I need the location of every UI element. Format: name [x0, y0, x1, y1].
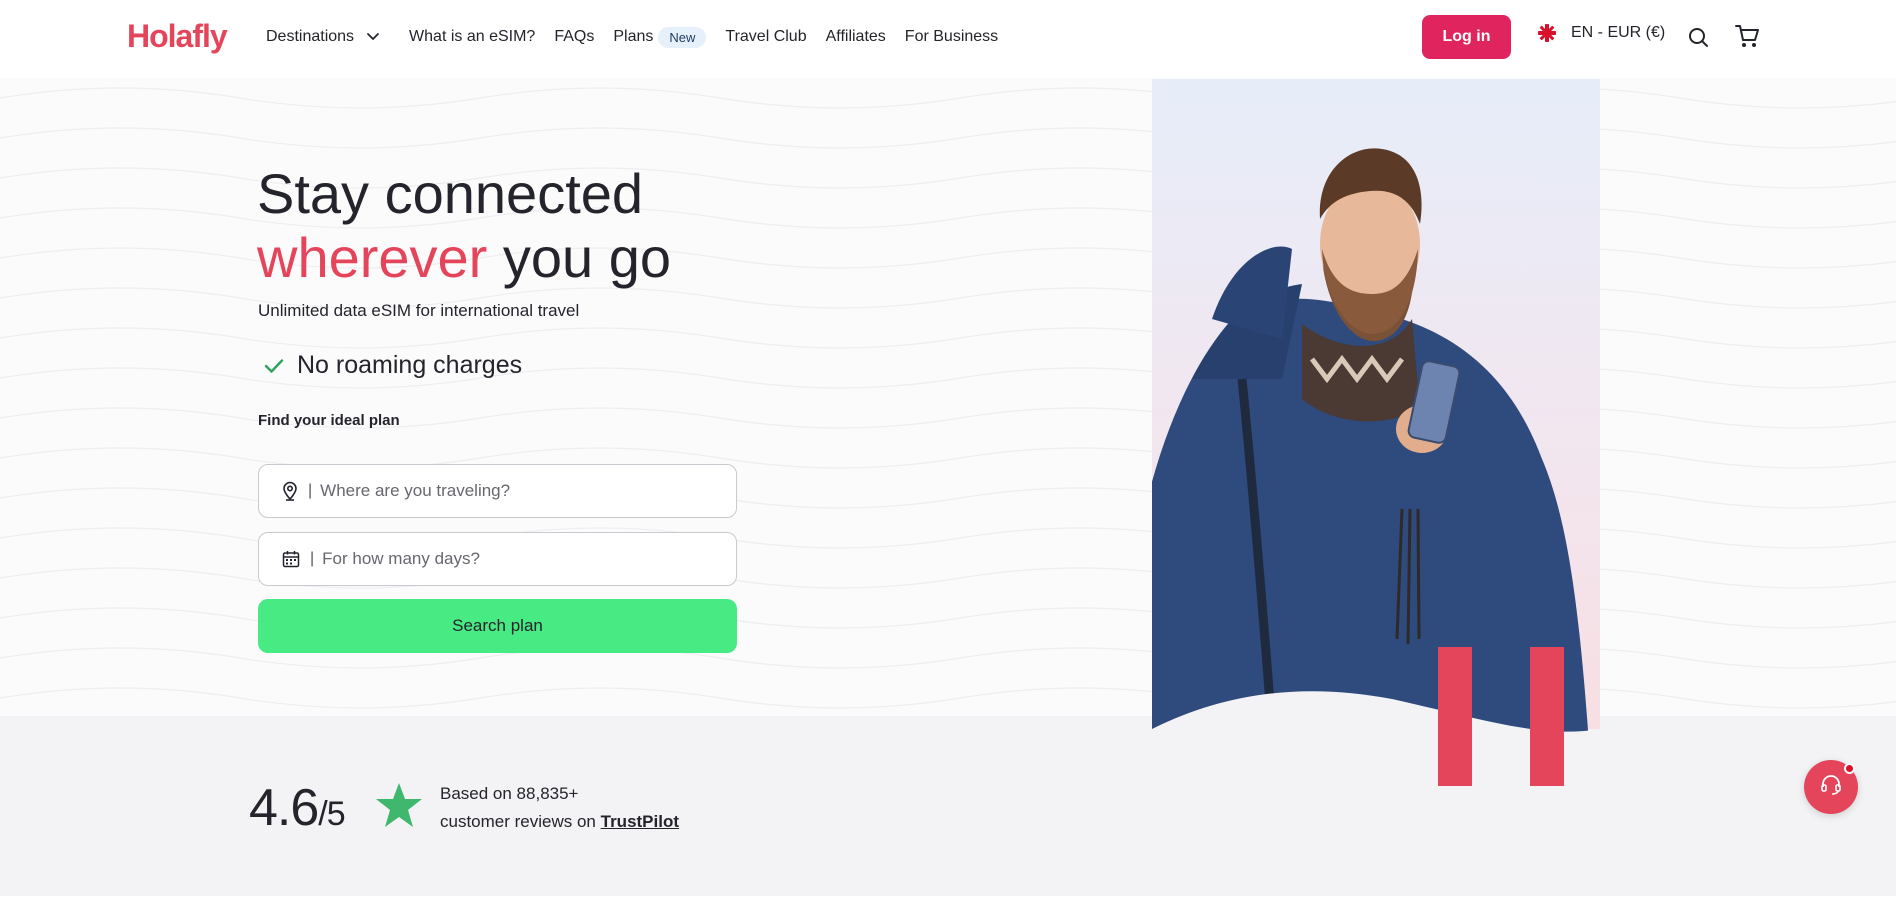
login-button[interactable]: Log in — [1422, 15, 1511, 59]
site-header: Holafly Destinations What is an eSIM? FA… — [0, 0, 1896, 78]
search-plan-button[interactable]: Search plan — [258, 599, 737, 653]
location-pin-icon — [282, 481, 298, 501]
hero-headline: Stay connected wherever you go — [257, 162, 671, 290]
language-label: EN - EUR (€) — [1571, 24, 1666, 41]
feature-no-roaming: No roaming charges — [263, 351, 522, 380]
nav-faqs[interactable]: FAQs — [554, 28, 594, 46]
feature-label: No roaming charges — [297, 351, 523, 379]
nav-what-is-esim[interactable]: What is an eSIM? — [409, 28, 535, 46]
destination-input[interactable] — [320, 481, 701, 501]
cart-icon[interactable] — [1734, 23, 1760, 54]
nav-label: Plans — [613, 28, 654, 45]
trustpilot-link[interactable]: TrustPilot — [601, 812, 679, 831]
chevron-down-icon — [366, 32, 380, 42]
destination-field[interactable]: | — [258, 464, 737, 518]
field-separator: | — [308, 482, 313, 499]
rating-text-line1: Based on 88,835+ — [440, 784, 579, 803]
days-field[interactable]: | — [258, 532, 737, 586]
chat-support-icon — [1820, 774, 1842, 801]
main-nav: Destinations What is an eSIM? FAQs Plans… — [266, 24, 1017, 50]
hero-photo — [1152, 79, 1600, 786]
uk-flag-icon — [1538, 24, 1556, 42]
holafly-logo[interactable]: Holafly — [127, 18, 228, 55]
rating-text-line2: customer reviews on — [440, 812, 601, 831]
find-plan-label: Find your ideal plan — [258, 412, 400, 429]
nav-affiliates[interactable]: Affiliates — [826, 28, 886, 46]
days-input[interactable] — [322, 549, 703, 569]
nav-plans[interactable]: Plans New — [613, 26, 707, 48]
chat-support-button[interactable] — [1804, 760, 1858, 814]
headline-rest: you go — [487, 226, 672, 289]
headline-accent: wherever — [257, 226, 488, 289]
field-separator: | — [310, 550, 315, 567]
notification-dot — [1844, 763, 1855, 774]
new-badge: New — [658, 26, 707, 48]
nav-travel-club[interactable]: Travel Club — [725, 28, 806, 46]
rating-score: 4.6/5 — [249, 778, 346, 838]
check-icon — [263, 357, 285, 375]
hero-subtitle: Unlimited data eSIM for international tr… — [258, 301, 580, 320]
search-icon[interactable] — [1688, 27, 1709, 53]
rating-description: Based on 88,835+ customer reviews on Tru… — [440, 780, 679, 836]
star-icon — [375, 782, 423, 833]
nav-destinations[interactable]: Destinations — [266, 28, 390, 46]
nav-for-business[interactable]: For Business — [905, 28, 998, 46]
headline-line1: Stay connected — [257, 162, 644, 225]
language-currency-selector[interactable]: EN - EUR (€) — [1538, 24, 1665, 42]
score-out-of: /5 — [318, 795, 345, 833]
score-value: 4.6 — [249, 779, 319, 837]
calendar-icon — [282, 550, 300, 568]
nav-label: Destinations — [266, 28, 355, 45]
